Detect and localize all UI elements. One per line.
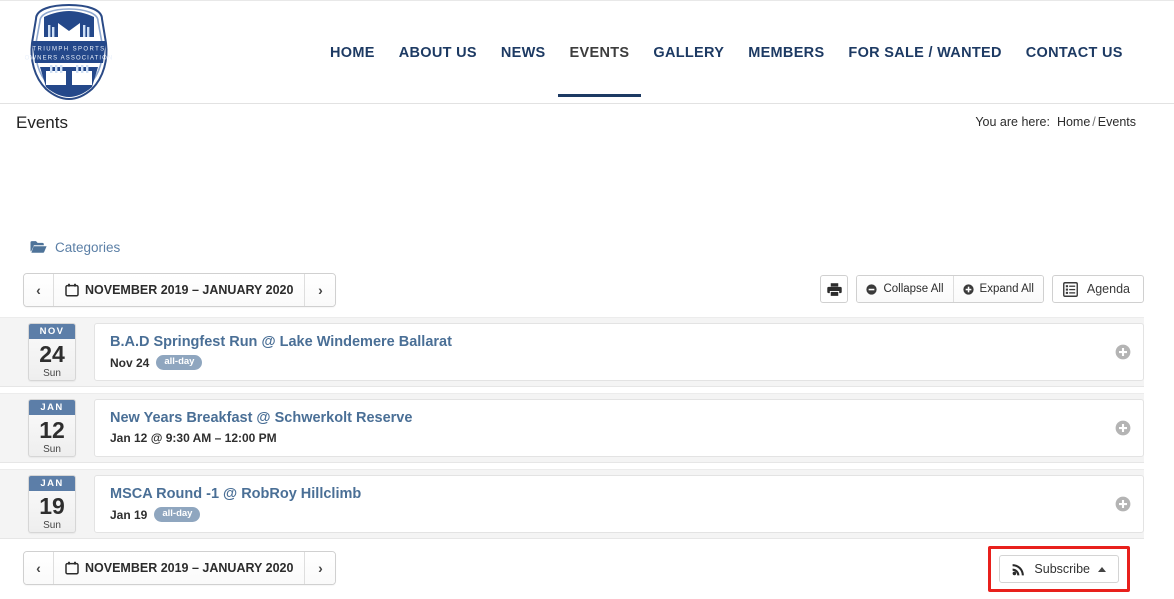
all-day-badge: all-day <box>154 507 201 522</box>
badge-month: NOV <box>29 324 75 339</box>
subscribe-highlight-box: Subscribe <box>988 546 1130 592</box>
table-row[interactable]: NOV 24 Sun B.A.D Springfest Run @ Lake W… <box>0 317 1144 387</box>
event-meta: Nov 24 all-day <box>110 355 1129 370</box>
page-title-bar: Events You are here: Home / Events <box>0 104 1174 150</box>
site-logo[interactable]: TRIUMPH SPORTS OWNERS ASSOCIATION <box>18 3 120 101</box>
nav-item-for-sale-wanted[interactable]: FOR SALE / WANTED <box>836 1 1013 105</box>
expand-event-icon[interactable] <box>1115 344 1131 360</box>
rss-icon <box>1013 564 1025 576</box>
nav-item-gallery[interactable]: GALLERY <box>641 1 736 105</box>
all-day-badge: all-day <box>156 355 203 370</box>
event-date-badge: NOV 24 Sun <box>28 323 76 381</box>
calendar-range-button[interactable]: NOVEMBER 2019 – JANUARY 2020 <box>54 274 306 306</box>
badge-day: 12 <box>39 417 65 443</box>
subscribe-label: Subscribe <box>1034 562 1090 576</box>
collapse-all-button[interactable]: Collapse All <box>857 276 954 302</box>
calendar-toolbar-actions: Collapse All Expand All Agenda <box>820 275 1144 303</box>
table-row[interactable]: JAN 19 Sun MSCA Round -1 @ RobRoy Hillcl… <box>0 469 1144 539</box>
event-date-badge: JAN 12 Sun <box>28 399 76 457</box>
nav-item-about-us[interactable]: ABOUT US <box>387 1 489 105</box>
nav-item-news[interactable]: NEWS <box>489 1 558 105</box>
agenda-view-button[interactable]: Agenda <box>1051 275 1144 303</box>
agenda-label: Agenda <box>1086 282 1130 296</box>
page-title: Events <box>16 113 68 132</box>
svg-text:TRIUMPH SPORTS: TRIUMPH SPORTS <box>32 47 105 53</box>
agenda-list-icon <box>1062 281 1078 297</box>
badge-month: JAN <box>29 400 75 415</box>
calendar-range-nav: ‹ NOVEMBER 2019 – JANUARY 2020 › <box>23 273 337 307</box>
nav-item-events[interactable]: EVENTS <box>557 1 642 105</box>
site-header: TRIUMPH SPORTS OWNERS ASSOCIATION HOME A… <box>0 0 1174 104</box>
badge-day-of-week: Sun <box>43 368 61 379</box>
footer-calendar-range-label: NOVEMBER 2019 – JANUARY 2020 <box>85 561 294 575</box>
printer-icon <box>827 282 842 296</box>
events-calendar: Categories ‹ NOVEMBER 2019 – JANUARY 202… <box>0 232 1174 592</box>
expand-event-icon[interactable] <box>1115 420 1131 436</box>
event-date-text: Jan 12 @ 9:30 AM – 12:00 PM <box>110 431 277 445</box>
event-card: New Years Breakfast @ Schwerkolt Reserve… <box>94 399 1144 457</box>
badge-month: JAN <box>29 476 75 491</box>
event-list: NOV 24 Sun B.A.D Springfest Run @ Lake W… <box>0 317 1174 539</box>
nav-item-members[interactable]: MEMBERS <box>736 1 836 105</box>
calendar-footer-bar: ‹ NOVEMBER 2019 – JANUARY 2020 › Subscri… <box>23 546 1144 592</box>
event-meta: Jan 19 all-day <box>110 507 1129 522</box>
collapse-expand-group: Collapse All Expand All <box>856 275 1044 303</box>
calendar-icon <box>65 283 79 297</box>
badge-day: 19 <box>39 493 65 519</box>
calendar-range-label: NOVEMBER 2019 – JANUARY 2020 <box>85 283 294 297</box>
badge-day-of-week: Sun <box>43 520 61 531</box>
footer-prev-range-button[interactable]: ‹ <box>24 552 54 584</box>
triumph-sports-logo-icon: TRIUMPH SPORTS OWNERS ASSOCIATION <box>25 3 114 101</box>
folder-open-icon <box>30 241 47 253</box>
nav-item-home[interactable]: HOME <box>318 1 387 105</box>
svg-text:OWNERS ASSOCIATION: OWNERS ASSOCIATION <box>25 56 114 62</box>
expand-event-icon[interactable] <box>1115 496 1131 512</box>
breadcrumb-home-link[interactable]: Home <box>1057 115 1090 129</box>
event-date-badge: JAN 19 Sun <box>28 475 76 533</box>
event-title-link[interactable]: New Years Breakfast @ Schwerkolt Reserve <box>110 408 1129 428</box>
chevron-up-icon <box>1098 566 1106 572</box>
minus-circle-icon <box>866 283 878 295</box>
calendar-toolbar: ‹ NOVEMBER 2019 – JANUARY 2020 › Collaps… <box>23 273 1144 307</box>
breadcrumb-separator: / <box>1092 115 1096 129</box>
next-range-button[interactable]: › <box>305 274 336 306</box>
badge-day: 24 <box>39 341 65 367</box>
breadcrumb: You are here: Home / Events <box>975 115 1136 129</box>
event-meta: Jan 12 @ 9:30 AM – 12:00 PM <box>110 431 1129 445</box>
plus-circle-icon <box>962 283 974 295</box>
event-date-text: Nov 24 <box>110 355 150 370</box>
categories-row: Categories <box>0 232 1174 262</box>
event-title-link[interactable]: MSCA Round -1 @ RobRoy Hillclimb <box>110 484 1129 504</box>
subscribe-button[interactable]: Subscribe <box>999 555 1119 583</box>
expand-all-button[interactable]: Expand All <box>953 276 1043 302</box>
main-navigation: HOME ABOUT US NEWS EVENTS GALLERY MEMBER… <box>318 1 1135 105</box>
collapse-all-label: Collapse All <box>883 283 944 295</box>
prev-range-button[interactable]: ‹ <box>24 274 54 306</box>
badge-day-of-week: Sun <box>43 444 61 455</box>
nav-item-contact-us[interactable]: CONTACT US <box>1014 1 1135 105</box>
calendar-footer-range-nav: ‹ NOVEMBER 2019 – JANUARY 2020 › <box>23 551 337 585</box>
event-date-text: Jan 19 <box>110 507 148 522</box>
footer-calendar-range-button[interactable]: NOVEMBER 2019 – JANUARY 2020 <box>54 552 306 584</box>
table-row[interactable]: JAN 12 Sun New Years Breakfast @ Schwerk… <box>0 393 1144 463</box>
footer-next-range-button[interactable]: › <box>305 552 336 584</box>
calendar-icon <box>65 561 79 575</box>
expand-all-label: Expand All <box>979 283 1034 295</box>
breadcrumb-lead: You are here: <box>975 115 1050 129</box>
breadcrumb-current: Events <box>1097 115 1136 129</box>
event-title-link[interactable]: B.A.D Springfest Run @ Lake Windemere Ba… <box>110 332 1129 352</box>
event-card: B.A.D Springfest Run @ Lake Windemere Ba… <box>94 323 1144 381</box>
print-button[interactable] <box>820 275 849 303</box>
categories-link[interactable]: Categories <box>55 240 120 255</box>
event-card: MSCA Round -1 @ RobRoy Hillclimb Jan 19 … <box>94 475 1144 533</box>
